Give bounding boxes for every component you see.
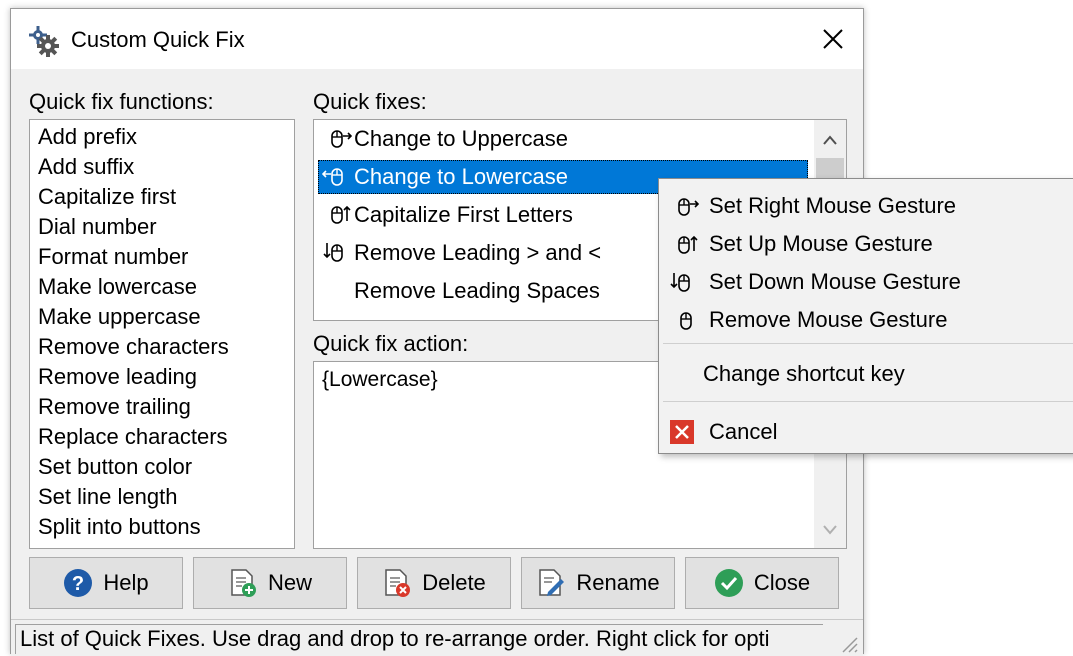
menu-separator bbox=[663, 401, 1073, 402]
mouse-down-gesture-icon bbox=[323, 243, 343, 262]
checkmark-icon bbox=[714, 569, 743, 597]
scroll-down-button[interactable] bbox=[814, 514, 846, 546]
mouse-up-gesture-icon bbox=[678, 235, 698, 254]
menu-item-cancel[interactable]: Cancel bbox=[659, 413, 1073, 451]
title-bar: Custom Quick Fix bbox=[11, 9, 863, 69]
mouse-right-gesture-icon bbox=[678, 198, 700, 216]
delete-label: Delete bbox=[422, 570, 486, 595]
chevron-up-icon bbox=[823, 135, 837, 145]
svg-text:?: ? bbox=[72, 573, 84, 595]
window-close-button[interactable] bbox=[803, 9, 863, 69]
scroll-up-button[interactable] bbox=[814, 124, 846, 156]
new-label: New bbox=[267, 570, 312, 595]
help-icon: ? bbox=[64, 569, 93, 597]
close-label: Close bbox=[753, 570, 811, 595]
menu-item-label: Set Right Mouse Gesture bbox=[709, 193, 957, 218]
menu-item-set-up-mouse-gesture[interactable]: Set Up Mouse Gesture bbox=[659, 225, 1073, 263]
rename-button[interactable]: Rename bbox=[521, 557, 675, 609]
rename-document-icon bbox=[539, 569, 565, 596]
mouse-left-gesture-icon bbox=[322, 168, 343, 186]
mouse-icon bbox=[680, 312, 692, 330]
functions-label: Quick fix functions: bbox=[29, 89, 214, 114]
delete-button[interactable]: Delete bbox=[357, 557, 511, 609]
quick-fix-item[interactable]: Change to Uppercase bbox=[318, 122, 808, 156]
list-item[interactable]: Remove leading bbox=[30, 362, 294, 392]
mouse-down-gesture-icon bbox=[670, 273, 690, 292]
quick-fix-label: Change to Lowercase bbox=[354, 164, 569, 189]
menu-item-change-shortcut-key[interactable]: Change shortcut key bbox=[659, 355, 1073, 393]
menu-item-set-right-mouse-gesture[interactable]: Set Right Mouse Gesture bbox=[659, 187, 1073, 225]
context-menu: Set Right Mouse Gesture Set Up Mouse Gest… bbox=[658, 178, 1073, 454]
quick-fix-label: Capitalize First Letters bbox=[354, 202, 573, 227]
help-button[interactable]: ? Help bbox=[29, 557, 183, 609]
resize-grip-icon[interactable] bbox=[837, 632, 859, 654]
close-icon bbox=[823, 29, 843, 49]
menu-item-set-down-mouse-gesture[interactable]: Set Down Mouse Gesture bbox=[659, 263, 1073, 301]
help-label: Help bbox=[103, 570, 149, 595]
list-item[interactable]: Set line length bbox=[30, 482, 294, 512]
mouse-right-gesture-icon bbox=[331, 130, 352, 148]
list-item[interactable]: Make lowercase bbox=[30, 272, 294, 302]
cancel-icon bbox=[670, 420, 694, 444]
menu-item-remove-mouse-gesture[interactable]: Remove Mouse Gesture bbox=[659, 301, 1073, 339]
list-item[interactable]: Split into buttons bbox=[30, 512, 294, 542]
close-button[interactable]: Close bbox=[685, 557, 839, 609]
window-title: Custom Quick Fix bbox=[71, 27, 245, 52]
list-item[interactable]: Format number bbox=[30, 242, 294, 272]
list-item[interactable]: Capitalize first bbox=[30, 182, 294, 212]
quick-fix-label: Remove Leading > and < bbox=[354, 240, 602, 265]
list-item[interactable]: Remove characters bbox=[30, 332, 294, 362]
quick-fix-action-text: {Lowercase} bbox=[322, 368, 438, 391]
list-item[interactable]: Replace characters bbox=[30, 422, 294, 452]
status-bar: List of Quick Fixes. Use drag and drop t… bbox=[11, 619, 863, 656]
menu-item-label: Set Down Mouse Gesture bbox=[709, 269, 961, 294]
new-button[interactable]: New bbox=[193, 557, 347, 609]
status-text: List of Quick Fixes. Use drag and drop t… bbox=[15, 624, 823, 654]
quick-fix-action-label: Quick fix action: bbox=[313, 331, 469, 356]
mouse-up-gesture-icon bbox=[331, 205, 351, 224]
menu-separator bbox=[663, 343, 1073, 344]
new-document-icon bbox=[231, 569, 256, 597]
quick-fix-label: Remove Leading Spaces bbox=[354, 278, 600, 303]
list-item[interactable]: Dial number bbox=[30, 212, 294, 242]
menu-item-label: Cancel bbox=[709, 419, 778, 444]
list-item[interactable]: Add suffix bbox=[30, 152, 294, 182]
chevron-down-icon bbox=[823, 525, 837, 535]
quick-fixes-label: Quick fixes: bbox=[313, 89, 427, 114]
menu-item-label: Change shortcut key bbox=[703, 361, 905, 386]
rename-label: Rename bbox=[576, 570, 660, 595]
delete-document-icon bbox=[385, 569, 411, 597]
list-item[interactable]: Make uppercase bbox=[30, 302, 294, 332]
gear-icon bbox=[29, 26, 59, 57]
menu-item-label: Remove Mouse Gesture bbox=[709, 307, 948, 332]
list-item[interactable]: Add prefix bbox=[30, 122, 294, 152]
menu-item-label: Set Up Mouse Gesture bbox=[709, 231, 933, 256]
functions-list[interactable]: Add prefix Add suffix Capitalize first Dial… bbox=[29, 119, 295, 549]
quick-fix-label: Change to Uppercase bbox=[354, 126, 569, 151]
list-item[interactable]: Set button color bbox=[30, 452, 294, 482]
list-item[interactable]: Remove trailing bbox=[30, 392, 294, 422]
